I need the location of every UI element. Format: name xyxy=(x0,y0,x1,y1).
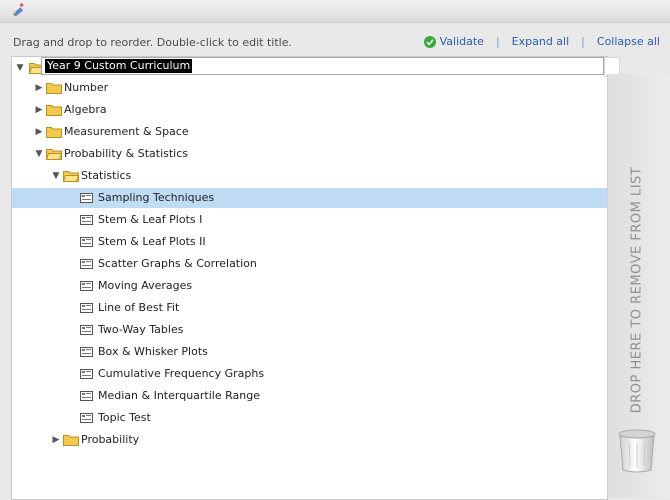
collapsed-triangle-icon[interactable]: ▶ xyxy=(51,430,61,450)
tree-folder-measurement[interactable]: ▶ Measurement & Space xyxy=(12,122,607,142)
separator: | xyxy=(495,35,500,48)
tree-lesson[interactable]: Scatter Graphs & Correlation xyxy=(12,254,607,274)
tree-lesson[interactable]: Two-Way Tables xyxy=(12,320,607,340)
lesson-label: Median & Interquartile Range xyxy=(98,389,260,402)
open-folder-icon xyxy=(63,171,79,182)
lesson-icon xyxy=(80,413,93,423)
lesson-label: Sampling Techniques xyxy=(98,191,215,204)
help-text: Drag and drop to reorder. Double-click t… xyxy=(13,36,292,49)
separator: | xyxy=(581,35,585,48)
tree-folder-statistics[interactable]: ▼ Statistics xyxy=(12,166,607,186)
top-toolbar xyxy=(0,0,670,23)
tree-lesson[interactable]: Stem & Leaf Plots I xyxy=(12,210,607,230)
drop-zone-label: DROP HERE TO REMOVE FROM LIST xyxy=(629,166,645,414)
expand-all-link[interactable]: Expand all xyxy=(512,35,570,48)
lesson-label: Line of Best Fit xyxy=(98,301,180,314)
folder-label: Probability xyxy=(81,433,140,446)
tree-lesson[interactable]: Stem & Leaf Plots II xyxy=(12,232,607,252)
tree-lesson[interactable]: Line of Best Fit xyxy=(12,298,607,318)
folder-label: Probability & Statistics xyxy=(64,147,189,160)
lesson-icon xyxy=(80,281,93,291)
folder-label: Statistics xyxy=(81,169,132,182)
curriculum-tree[interactable]: ▼ ▶ Number ▶ Algebra ▶ Measurement & Spa… xyxy=(11,56,608,500)
lesson-icon xyxy=(80,193,93,203)
lesson-icon xyxy=(80,237,93,247)
lesson-label: Moving Averages xyxy=(98,279,193,292)
lesson-label: Two-Way Tables xyxy=(98,323,184,336)
lesson-label: Stem & Leaf Plots II xyxy=(98,235,206,248)
lesson-label: Cumulative Frequency Graphs xyxy=(98,367,265,380)
root-title-input[interactable]: Year 9 Custom Curriculum xyxy=(41,57,604,75)
collapsed-triangle-icon[interactable]: ▶ xyxy=(34,122,44,142)
root-title-selected-text: Year 9 Custom Curriculum xyxy=(45,59,193,73)
validate-link[interactable]: Validate xyxy=(440,35,484,48)
collapse-all-link[interactable]: Collapse all xyxy=(597,35,660,48)
tree-lesson[interactable]: Box & Whisker Plots xyxy=(12,342,607,362)
tree-folder-probability-statistics[interactable]: ▼ Probability & Statistics xyxy=(12,144,607,164)
check-circle-icon[interactable] xyxy=(423,35,436,48)
lesson-label: Topic Test xyxy=(98,411,151,424)
tree-lesson-selected[interactable]: Sampling Techniques xyxy=(12,188,607,208)
lesson-icon xyxy=(80,303,93,313)
tree-lesson[interactable]: Cumulative Frequency Graphs xyxy=(12,364,607,384)
lesson-label: Stem & Leaf Plots I xyxy=(98,213,203,226)
collapsed-triangle-icon[interactable]: ▶ xyxy=(34,100,44,120)
folder-label: Algebra xyxy=(64,103,107,116)
lesson-icon xyxy=(80,259,93,269)
folder-icon xyxy=(63,435,79,446)
folder-label: Measurement & Space xyxy=(64,125,189,138)
tree-lesson[interactable]: Moving Averages xyxy=(12,276,607,296)
edit-pencil-icon[interactable] xyxy=(11,2,25,16)
folder-icon xyxy=(46,127,62,138)
collapsed-triangle-icon[interactable]: ▶ xyxy=(34,78,44,98)
tree-lesson[interactable]: Topic Test xyxy=(12,408,607,428)
tree-lesson[interactable]: Median & Interquartile Range xyxy=(12,386,607,406)
folder-icon xyxy=(46,83,62,94)
lesson-icon xyxy=(80,369,93,379)
expanded-triangle-icon[interactable]: ▼ xyxy=(34,144,44,164)
expanded-triangle-icon[interactable]: ▼ xyxy=(15,58,25,78)
tree-folder-number[interactable]: ▶ Number xyxy=(12,78,607,98)
tree-folder-probability[interactable]: ▶ Probability xyxy=(12,430,607,450)
lesson-label: Scatter Graphs & Correlation xyxy=(98,257,257,270)
expanded-triangle-icon[interactable]: ▼ xyxy=(51,166,61,186)
lesson-icon xyxy=(80,391,93,401)
folder-label: Number xyxy=(64,81,109,94)
lesson-label: Box & Whisker Plots xyxy=(98,345,208,358)
tree-actions: Validate | Expand all | Collapse all xyxy=(423,35,660,48)
open-folder-icon xyxy=(46,149,62,160)
trash-icon xyxy=(618,429,656,473)
lesson-icon xyxy=(80,215,93,225)
lesson-icon xyxy=(80,347,93,357)
lesson-icon xyxy=(80,325,93,335)
folder-icon xyxy=(46,105,62,116)
tree-folder-algebra[interactable]: ▶ Algebra xyxy=(12,100,607,120)
